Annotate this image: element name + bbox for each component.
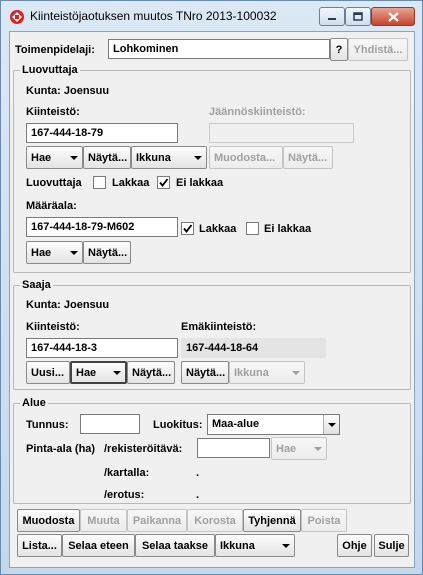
saaja-kiinteisto-label: Kiinteistö:: [26, 321, 80, 333]
close-icon: [387, 11, 399, 22]
luovuttaja-ei-lakkaa-checkbox[interactable]: [157, 176, 170, 189]
pinta-ala-hae-dropdown[interactable]: Hae: [271, 437, 327, 460]
saaja-kiinteisto-field[interactable]: 167-444-18-3: [26, 338, 178, 358]
luokitus-select[interactable]: Maa-alue: [207, 414, 340, 435]
luovuttaja-ei-lakkaa-label: Ei lakkaa: [176, 177, 224, 189]
alue-group-label: Alue: [20, 396, 48, 410]
checkmark-icon: [183, 224, 193, 233]
kartalla-label: /kartalla:: [104, 467, 150, 479]
luovuttaja-kiinteisto-label: Kiinteistö:: [26, 106, 80, 118]
window-title: Kiinteistöjaotuksen muutos TNro 2013-100…: [30, 9, 277, 23]
luokitus-value: Maa-alue: [212, 418, 260, 430]
tyhjenna-button[interactable]: Tyhjennä: [243, 509, 301, 532]
saaja-hae-dropdown[interactable]: Hae: [70, 361, 127, 384]
minimize-icon: [328, 17, 336, 20]
chevron-down-icon: [282, 543, 290, 548]
muuta-button[interactable]: Muuta: [80, 509, 127, 532]
app-logo-icon: [10, 10, 24, 24]
rekisteroitava-field[interactable]: [197, 438, 270, 458]
help-button[interactable]: ?: [330, 38, 348, 61]
luovuttaja-lakkaa-checkbox[interactable]: [93, 176, 106, 189]
luovuttaja-group-label: Luovuttaja: [20, 63, 80, 77]
chevron-down-icon: [194, 155, 202, 160]
hae-label: Hae: [31, 151, 52, 164]
emakiinteisto-nayta-button[interactable]: Näytä...: [181, 361, 229, 384]
lista-button[interactable]: Lista...: [17, 534, 62, 557]
ikkuna-label: Ikkuna: [234, 366, 269, 379]
korosta-button[interactable]: Korosta: [187, 509, 243, 532]
luovuttaja-lakkaa-row-label: Luovuttaja: [26, 177, 82, 189]
minimize-button[interactable]: [319, 7, 345, 26]
luovuttaja-kunta: Kunta: Joensuu: [26, 85, 110, 97]
chevron-down-icon: [113, 370, 121, 375]
jaannoskiinteisto-label: Jäännöskiinteistö:: [209, 106, 306, 118]
tunnus-field[interactable]: [80, 414, 140, 434]
toimenpidelaji-field[interactable]: Lohkominen: [108, 39, 330, 59]
jaannos-nayta-button[interactable]: Näytä...: [283, 146, 333, 169]
toimenpidelaji-label: Toimenpidelaji:: [15, 44, 95, 56]
luovuttaja-ikkuna-dropdown[interactable]: Ikkuna: [131, 146, 207, 169]
title-bar[interactable]: Kiinteistöjaotuksen muutos TNro 2013-100…: [1, 1, 422, 31]
jaannos-muodosta-button[interactable]: Muodosta...: [209, 146, 283, 169]
jaannoskiinteisto-field[interactable]: [209, 123, 354, 143]
hae-label: Hae: [31, 246, 52, 259]
close-button[interactable]: [371, 7, 415, 26]
erotus-value: .: [196, 489, 200, 501]
dialog-window: Kiinteistöjaotuksen muutos TNro 2013-100…: [0, 0, 423, 575]
luovuttaja-kiinteisto-field[interactable]: 167-444-18-79: [26, 123, 178, 143]
chevron-down-icon: [70, 250, 78, 255]
dropdown-arrow-icon: [323, 415, 339, 434]
poista-button[interactable]: Poista: [301, 509, 347, 532]
chevron-down-icon: [314, 446, 322, 451]
emakiinteisto-ikkuna-dropdown[interactable]: Ikkuna: [229, 361, 305, 384]
luovuttaja-hae-dropdown[interactable]: Hae: [26, 146, 83, 169]
hae-label: Hae: [76, 366, 97, 379]
muodosta-button[interactable]: Muodosta: [17, 509, 80, 532]
saaja-kunta: Kunta: Joensuu: [26, 299, 110, 311]
ohje-button[interactable]: Ohje: [337, 534, 372, 557]
pinta-ala-label: Pinta-ala (ha): [26, 443, 96, 455]
bottom-ikkuna-dropdown[interactable]: Ikkuna: [215, 534, 295, 557]
yhdista-button[interactable]: Yhdistä...: [348, 38, 408, 61]
maaraala-nayta-button[interactable]: Näytä...: [83, 241, 131, 264]
saaja-group-label: Saaja: [20, 278, 53, 292]
maximize-button[interactable]: [345, 7, 371, 26]
maximize-icon: [353, 12, 363, 21]
rekisteroitava-label: /rekisteröitävä:: [104, 443, 183, 455]
maaraala-ei-lakkaa-label: Ei lakkaa: [264, 223, 312, 235]
selaa-eteen-button[interactable]: Selaa eteen: [62, 534, 135, 557]
selaa-taakse-button[interactable]: Selaa taakse: [135, 534, 215, 557]
emakiinteisto-label: Emäkiinteistö:: [181, 321, 257, 333]
luokitus-label: Luokitus:: [153, 419, 203, 431]
ikkuna-label: Ikkuna: [136, 151, 171, 164]
maaraala-lakkaa-label: Lakkaa: [199, 223, 237, 235]
maaraala-ei-lakkaa-checkbox[interactable]: [246, 222, 259, 235]
dialog-body: Toimenpidelaji: Lohkominen ? Yhdistä... …: [9, 31, 415, 568]
kartalla-value: .: [196, 467, 200, 479]
ikkuna-label: Ikkuna: [220, 539, 255, 552]
chevron-down-icon: [70, 155, 78, 160]
paikanna-button[interactable]: Paikanna: [127, 509, 187, 532]
checkmark-icon: [159, 178, 169, 187]
tunnus-label: Tunnus:: [26, 419, 69, 431]
maaraala-field[interactable]: 167-444-18-79-M602: [26, 217, 178, 237]
maaraala-hae-dropdown[interactable]: Hae: [26, 241, 83, 264]
maaraala-lakkaa-checkbox[interactable]: [181, 222, 194, 235]
hae-label: Hae: [276, 442, 297, 455]
saaja-uusi-button[interactable]: Uusi...: [26, 361, 70, 384]
emakiinteisto-field[interactable]: 167-444-18-64: [181, 338, 326, 358]
sulje-button[interactable]: Sulje: [374, 534, 409, 557]
chevron-down-icon: [292, 370, 300, 375]
saaja-nayta-button[interactable]: Näytä...: [127, 361, 175, 384]
erotus-label: /erotus:: [104, 489, 145, 501]
luovuttaja-nayta-button[interactable]: Näytä...: [83, 146, 131, 169]
maaraala-label: Määräala:: [26, 200, 77, 212]
luovuttaja-lakkaa-label: Lakkaa: [112, 177, 150, 189]
